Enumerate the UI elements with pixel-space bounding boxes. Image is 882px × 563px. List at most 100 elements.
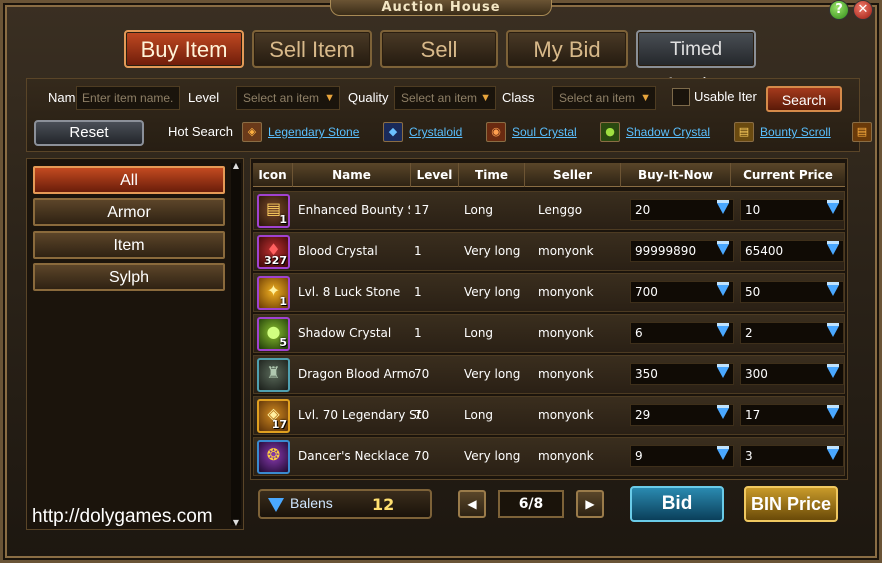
quality-select-value: Select an item bbox=[401, 91, 478, 105]
tab-sell[interactable]: Sell bbox=[380, 30, 498, 68]
item-name: Shadow Crystal bbox=[298, 326, 392, 340]
necklace-glyph-icon: ❂ bbox=[266, 445, 281, 464]
hot-link[interactable]: Bounty Scroll bbox=[760, 125, 831, 139]
table-row[interactable]: ♜ Dragon Blood Armor 70 Very long monyon… bbox=[253, 355, 845, 394]
help-button[interactable]: ? bbox=[829, 0, 849, 20]
category-sylph[interactable]: Sylph bbox=[33, 263, 225, 291]
table-row[interactable]: ✦ 1 Lvl. 8 Luck Stone 1 Very long monyonk… bbox=[253, 273, 845, 312]
header-name[interactable]: Name bbox=[293, 163, 411, 187]
item-name: Lvl. 70 Legendary Stone bbox=[298, 408, 424, 422]
hot-link[interactable]: Legendary Stone bbox=[268, 125, 359, 139]
item-level: 1 bbox=[414, 326, 422, 340]
diamond-icon bbox=[827, 323, 839, 337]
price-value: 17 bbox=[745, 408, 761, 422]
currency-label: Balens bbox=[290, 495, 333, 511]
search-button[interactable]: Search bbox=[766, 86, 842, 112]
currency-value: 12 bbox=[372, 495, 395, 514]
header-level[interactable]: Level bbox=[411, 163, 459, 187]
next-page-button[interactable]: ▶ bbox=[576, 490, 604, 518]
price-value: 50 bbox=[745, 285, 761, 299]
tab-timed-auction[interactable]: Timed Auction bbox=[636, 30, 756, 96]
class-select-value: Select an item bbox=[559, 91, 636, 105]
diamond-icon bbox=[827, 282, 839, 296]
diamond-icon bbox=[827, 446, 839, 460]
scroll-icon: ▤ bbox=[852, 122, 872, 142]
usable-item-checkbox[interactable] bbox=[672, 88, 690, 106]
item-quantity: 1 bbox=[279, 213, 287, 226]
hot-item-more[interactable]: ▤ bbox=[852, 122, 878, 142]
item-time: Very long bbox=[464, 367, 521, 381]
prev-page-button[interactable]: ◀ bbox=[458, 490, 486, 518]
table-row[interactable]: ♦ 327 Blood Crystal 1 Very long monyonk 9… bbox=[253, 232, 845, 271]
header-current-price[interactable]: Current Price bbox=[731, 163, 845, 187]
diamond-icon bbox=[827, 241, 839, 255]
shadow-crystal-icon: ● 5 bbox=[257, 317, 290, 351]
category-scrollbar[interactable] bbox=[231, 163, 241, 525]
quality-select[interactable]: Select an item ▼ bbox=[394, 86, 496, 110]
item-seller: monyonk bbox=[538, 285, 594, 299]
legendary-stone-icon: ◈ 17 bbox=[257, 399, 290, 433]
hot-item-bounty-scroll[interactable]: ▤ Bounty Scroll bbox=[734, 122, 831, 142]
price-value: 29 bbox=[635, 408, 651, 422]
level-select[interactable]: Select an item ▼ bbox=[236, 86, 340, 110]
window-title: Auction House bbox=[330, 0, 552, 16]
table-row[interactable]: ▤1 Enhanced Bounty Scroll 17 Long Lenggo… bbox=[253, 191, 845, 230]
table-row[interactable]: ● 5 Shadow Crystal 1 Long monyonk 6 2 bbox=[253, 314, 845, 353]
tab-my-bid[interactable]: My Bid bbox=[506, 30, 628, 68]
price-value: 10 bbox=[745, 203, 761, 217]
header-seller[interactable]: Seller bbox=[525, 163, 621, 187]
buy-it-now-price: 29 bbox=[630, 404, 734, 426]
category-item[interactable]: Item bbox=[33, 231, 225, 259]
price-value: 9 bbox=[635, 449, 643, 463]
hot-link[interactable]: Shadow Crystal bbox=[626, 125, 710, 139]
level-label: Level bbox=[188, 90, 220, 105]
header-buy-it-now[interactable]: Buy-It-Now bbox=[621, 163, 731, 187]
hot-link[interactable]: Soul Crystal bbox=[512, 125, 577, 139]
close-button[interactable]: ✕ bbox=[853, 0, 873, 20]
buy-it-now-price: 6 bbox=[630, 322, 734, 344]
tab-buy-item[interactable]: Buy Item bbox=[124, 30, 244, 68]
item-time: Very long bbox=[464, 449, 521, 463]
hot-link[interactable]: Crystaloid bbox=[409, 125, 462, 139]
item-seller: monyonk bbox=[538, 244, 594, 258]
results-table: Icon Name Level Time Seller Buy-It-Now C… bbox=[250, 158, 848, 480]
hot-item-legendary-stone[interactable]: ◈ Legendary Stone bbox=[242, 122, 359, 142]
class-select[interactable]: Select an item ▼ bbox=[552, 86, 656, 110]
category-armor[interactable]: Armor bbox=[33, 198, 225, 226]
header-time[interactable]: Time bbox=[459, 163, 525, 187]
scroll-down-icon[interactable]: ▼ bbox=[231, 518, 241, 527]
item-seller: monyonk bbox=[538, 449, 594, 463]
diamond-icon bbox=[827, 364, 839, 378]
item-name: Blood Crystal bbox=[298, 244, 378, 258]
bounty-scroll-icon: ▤ bbox=[734, 122, 754, 142]
reset-button[interactable]: Reset bbox=[34, 120, 144, 146]
class-label: Class bbox=[502, 90, 535, 105]
crystaloid-icon: ◆ bbox=[383, 122, 403, 142]
hot-item-soul-crystal[interactable]: ◉ Soul Crystal bbox=[486, 122, 577, 142]
hot-item-crystaloid[interactable]: ◆ Crystaloid bbox=[383, 122, 462, 142]
hot-search-label: Hot Search bbox=[168, 124, 234, 139]
item-name-input[interactable]: Enter item name. bbox=[76, 86, 180, 110]
price-value: 350 bbox=[635, 367, 658, 381]
item-name: Enhanced Bounty Scroll bbox=[298, 203, 410, 217]
item-name: Dragon Blood Armor bbox=[298, 367, 416, 381]
item-seller: monyonk bbox=[538, 367, 594, 381]
hot-item-shadow-crystal[interactable]: ● Shadow Crystal bbox=[600, 122, 710, 142]
diamond-icon bbox=[717, 364, 729, 378]
item-level: 17 bbox=[414, 203, 430, 217]
necklace-icon: ❂ bbox=[257, 440, 290, 474]
bid-button[interactable]: Bid bbox=[630, 486, 724, 522]
scroll-up-icon[interactable]: ▲ bbox=[231, 161, 241, 170]
category-all[interactable]: All bbox=[33, 166, 225, 194]
table-row[interactable]: ❂ Dancer's Necklace 70 Very long monyonk… bbox=[253, 437, 845, 476]
page-indicator: 6/8 bbox=[498, 490, 564, 518]
armor-icon: ♜ bbox=[266, 363, 281, 382]
tab-sell-item[interactable]: Sell Item bbox=[252, 30, 372, 68]
price-value: 3 bbox=[745, 449, 753, 463]
current-price: 17 bbox=[740, 404, 844, 426]
item-quantity: 327 bbox=[264, 254, 287, 267]
chevron-down-icon: ▼ bbox=[324, 92, 335, 104]
bin-price-button[interactable]: BIN Price bbox=[744, 486, 838, 522]
table-row[interactable]: ◈17 Lvl. 70 Legendary Stone 70 Long mony… bbox=[253, 396, 845, 435]
item-level: 70 bbox=[414, 367, 430, 381]
